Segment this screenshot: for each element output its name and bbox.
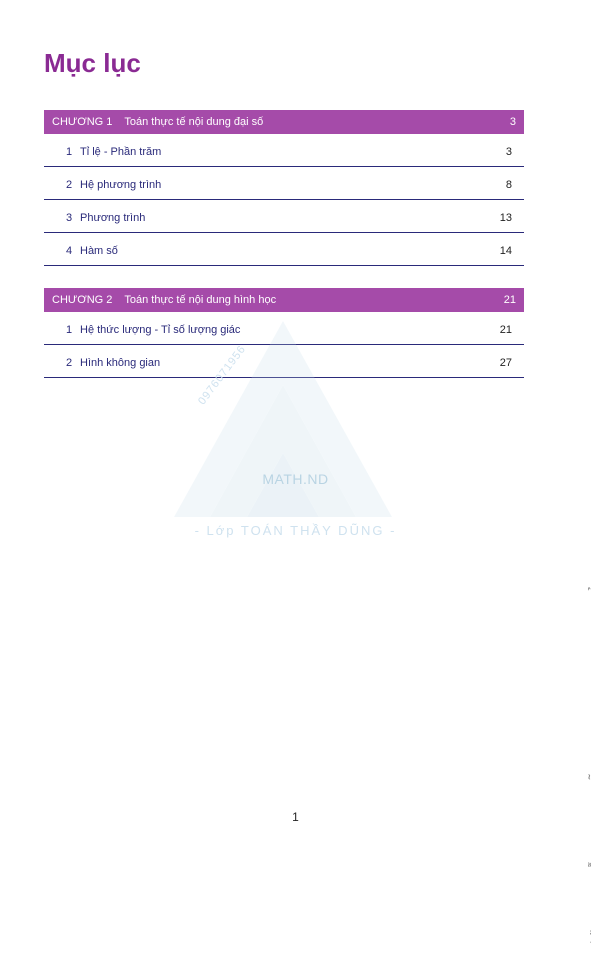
section-row[interactable]: 2 Hình không gian 27 [44, 345, 524, 378]
section-num: 2 [52, 179, 80, 191]
section-row[interactable]: 4 Hàm số 14 [44, 233, 524, 266]
chapter-name: Toán thực tế nội dung đại số [124, 116, 263, 128]
section-title: Tỉ lệ - Phần trăm [80, 146, 506, 158]
page-number: 1 [0, 810, 591, 824]
section-page: 13 [500, 212, 516, 224]
section-num: 4 [52, 245, 80, 257]
section-title: Hình không gian [80, 357, 500, 369]
section-row[interactable]: 2 Hệ phương trình 8 [44, 167, 524, 200]
section-row[interactable]: 1 Hệ thức lượng - Tỉ số lượng giác 21 [44, 312, 524, 345]
watermark-tagline: - Lớp TOÁN THẦY DŨNG - [0, 523, 591, 538]
section-title: Hệ phương trình [80, 179, 506, 191]
section-num: 1 [52, 146, 80, 158]
page-title: Mục lục [44, 48, 141, 79]
watermark-brand: MATH.ND [0, 471, 591, 487]
section-num: 1 [52, 324, 80, 336]
section-page: 27 [500, 357, 516, 369]
section-page: 14 [500, 245, 516, 257]
chapter-page: 21 [504, 294, 516, 306]
section-num: 2 [52, 357, 80, 369]
section-title: Hàm số [80, 245, 500, 257]
section-title: Hệ thức lượng - Tỉ số lượng giác [80, 324, 500, 336]
section-page: 21 [500, 324, 516, 336]
section-page: 3 [506, 146, 516, 158]
section-row[interactable]: 1 Tỉ lệ - Phần trăm 3 [44, 134, 524, 167]
chapter-header-1: CHƯƠNG 1 Toán thực tế nội dung đại số 3 [44, 110, 524, 134]
chapter-label: CHƯƠNG 2 [52, 294, 112, 306]
chapter-page: 3 [510, 116, 516, 128]
chapter-name: Toán thực tế nội dung hình học [124, 294, 276, 306]
section-row[interactable]: 3 Phương trình 13 [44, 200, 524, 233]
section-num: 3 [52, 212, 80, 224]
chapter-label: CHƯƠNG 1 [52, 116, 112, 128]
section-page: 8 [506, 179, 516, 191]
toc-content: CHƯƠNG 1 Toán thực tế nội dung đại số 3 … [44, 110, 524, 378]
chapter-header-2: CHƯƠNG 2 Toán thực tế nội dung hình học … [44, 288, 524, 312]
section-title: Phương trình [80, 212, 500, 224]
